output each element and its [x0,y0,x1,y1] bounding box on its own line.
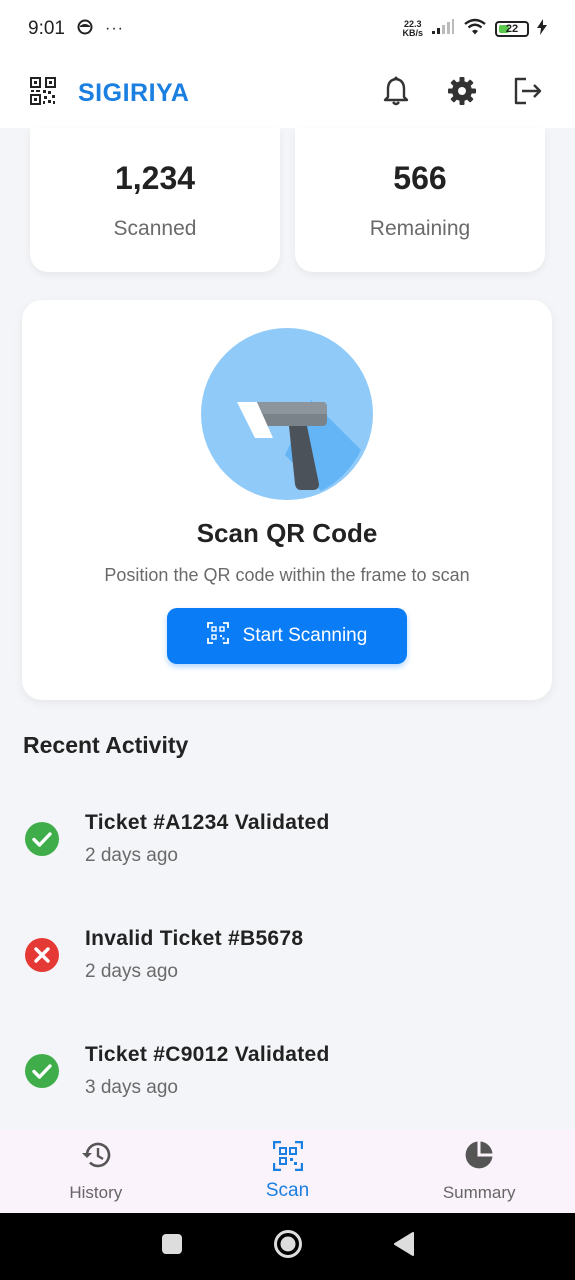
activity-time: 3 days ago [85,1077,178,1098]
barcode-scanner-icon [201,328,373,500]
nav-scan[interactable]: Scan [192,1130,384,1213]
recent-apps-button[interactable] [161,1233,183,1260]
net-speed: 22.3 KB/s [402,19,423,38]
bottom-navigation: History Scan Summary [0,1130,575,1213]
gear-icon [447,76,477,111]
start-scanning-button[interactable]: Start Scanning [167,608,407,664]
scanned-count: 1,234 [114,159,196,196]
status-bar: 9:01 ··· 22.3 KB/s 22 [0,0,575,58]
scan-card: Scan QR Code Position the QR code within… [22,300,552,700]
nav-scan-label: Scan [265,1180,310,1201]
back-triangle-icon [393,1232,415,1261]
list-item[interactable]: Invalid Ticket #B5678 2 days ago [0,897,575,1013]
charging-icon [537,18,547,40]
scanned-stat-card: 1,234 Scanned [30,128,280,272]
list-item[interactable]: Ticket #C9012 Validated 3 days ago [0,1013,575,1129]
scan-subtitle: Position the QR code within the frame to… [104,565,470,585]
scanned-label: Scanned [113,216,197,240]
more-notifications-icon: ··· [104,20,124,37]
home-button[interactable] [273,1229,303,1264]
signal-icon [431,18,455,40]
activity-time: 2 days ago [85,845,178,866]
home-circle-icon [273,1229,303,1264]
remaining-count: 566 [393,159,447,196]
activity-title: Ticket #A1234 Validated [85,811,330,834]
start-scanning-label: Start Scanning [242,625,368,646]
remaining-label: Remaining [369,216,471,240]
settings-button[interactable] [445,76,479,110]
error-circle-icon [25,938,59,972]
remaining-stat-card: 566 Remaining [295,128,545,272]
logout-icon [513,77,543,110]
check-circle-icon [25,822,59,856]
qr-code-icon [30,76,56,110]
bell-icon [383,76,409,111]
status-time: 9:01 [28,18,65,39]
nav-summary[interactable]: Summary [383,1130,575,1213]
wifi-icon [463,18,487,41]
back-button[interactable] [393,1232,415,1261]
notification-icon [77,19,93,40]
battery-indicator: 22 [495,21,529,37]
activity-title: Invalid Ticket #B5678 [85,927,304,950]
app-title: SIGIRIYA [78,78,190,107]
list-item[interactable]: Ticket #A1234 Validated 2 days ago [0,781,575,897]
qr-scan-icon [206,622,229,650]
nav-history[interactable]: History [0,1130,192,1213]
nav-summary-label: Summary [442,1183,516,1202]
logout-button[interactable] [511,76,545,110]
check-circle-icon [25,1054,59,1088]
scan-title: Scan QR Code [196,518,378,548]
notifications-button[interactable] [379,76,413,110]
system-navigation-bar [0,1213,575,1280]
history-icon [80,1140,112,1175]
recent-activity-title: Recent Activity [23,732,189,758]
activity-time: 2 days ago [85,961,178,982]
app-bar: SIGIRIYA [0,58,575,128]
nav-history-label: History [69,1183,123,1202]
qr-scan-icon [272,1140,303,1176]
activity-title: Ticket #C9012 Validated [85,1043,330,1066]
square-icon [161,1233,183,1260]
pie-chart-icon [464,1140,494,1175]
